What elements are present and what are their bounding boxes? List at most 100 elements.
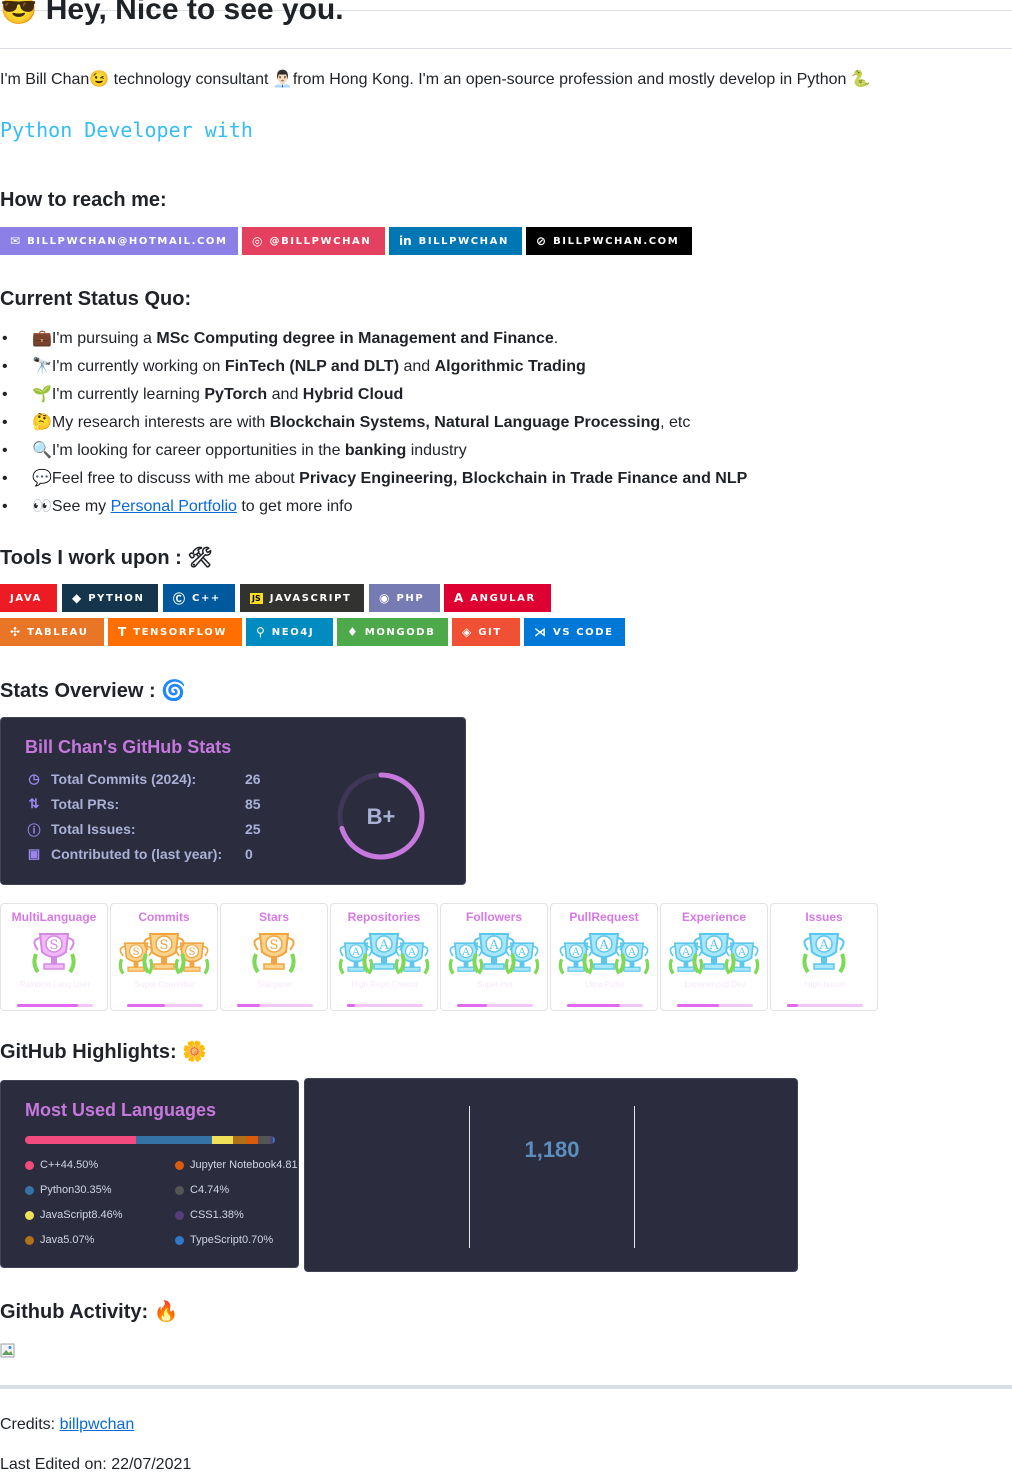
badge-billpwchan[interactable]: in BILLPWCHAN <box>389 227 522 255</box>
svg-text:A: A <box>517 946 526 958</box>
badge-label: BILLPWCHAN <box>418 235 509 247</box>
svg-text:S: S <box>270 938 279 953</box>
badge-angular[interactable]: A ANGULAR <box>444 584 551 612</box>
trophy-followers[interactable]: Followers A A A Super Hot <box>440 903 548 1011</box>
status-bold: Blockchain Systems, Natural Language Pro… <box>269 414 661 431</box>
language-dot-icon <box>25 1235 34 1245</box>
badge-billpwchan-hotmail-com[interactable]: ✉ BILLPWCHAN@HOTMAIL.COM <box>0 227 238 255</box>
page-title: 😎 Hey, Nice to see you. <box>0 0 344 27</box>
trophy-repositories[interactable]: Repositories A A A High Repo Creator <box>330 903 438 1011</box>
trophy-cup-icon: A AA <box>558 933 650 975</box>
trophy-commits[interactable]: Commits S S S Super Committer <box>110 903 218 1011</box>
badge-neo4j[interactable]: ⚲ NEO4J <box>246 618 333 646</box>
stat-value: 26 <box>245 771 261 787</box>
cpp-icon: Ⓒ <box>173 591 186 606</box>
svg-text:A: A <box>627 946 636 958</box>
badge-git[interactable]: ◈ GIT <box>452 618 520 646</box>
language-item-python: Python 30.35% <box>25 1184 112 1196</box>
intro-text-2: technology consultant <box>109 71 273 88</box>
trophy-progress-bar <box>567 1004 643 1007</box>
badge-python[interactable]: ◆ PYTHON <box>62 584 158 612</box>
status-text: and <box>267 386 303 403</box>
svg-text:S: S <box>160 938 169 953</box>
trophy-cup-icon: S SS <box>118 933 210 975</box>
status-text: and <box>399 358 435 375</box>
badge-billpwchan[interactable]: ◎ @BILLPWCHAN <box>242 227 385 255</box>
badge-tableau[interactable]: ✣ TABLEAU <box>0 618 104 646</box>
streak-card[interactable]: 1,180 <box>304 1078 798 1272</box>
language-percent: 4.74% <box>197 1184 230 1196</box>
streak-divider-left <box>469 1106 470 1248</box>
badge-label: TABLEAU <box>27 626 89 638</box>
status-item: 💬Feel free to discuss with me about Priv… <box>2 468 747 496</box>
status-text: I'm pursuing a <box>51 330 157 347</box>
blossom-emoji-icon: 🌼 <box>182 1041 208 1063</box>
streak-divider-right <box>634 1106 635 1248</box>
credits-link[interactable]: billpwchan <box>60 1416 135 1433</box>
language-segment-python <box>136 1136 213 1144</box>
tools-emoji-icon: 🛠 <box>187 547 213 569</box>
language-dot-icon <box>175 1235 184 1245</box>
badge-vs-code[interactable]: ⋊ VS CODE <box>524 618 625 646</box>
status-text: See my <box>51 498 111 515</box>
language-percent: 5.07% <box>63 1234 95 1246</box>
tableau-icon: ✣ <box>10 625 21 639</box>
language-percent: 30.35% <box>74 1184 112 1196</box>
intro-text-1: I'm Bill Chan <box>0 71 90 88</box>
status-list: 💼I'm pursuing a MSc Computing degree in … <box>2 328 747 524</box>
badge-label: @BILLPWCHAN <box>269 235 372 247</box>
badge-label: BILLPWCHAN@HOTMAIL.COM <box>27 235 228 247</box>
svg-text:A: A <box>818 938 829 953</box>
language-dot-icon <box>175 1160 184 1170</box>
language-dot-icon <box>175 1210 184 1220</box>
stat-row-total-commits-2024: ◷ Total Commits (2024): 26 <box>25 769 261 789</box>
language-item-java: Java 5.07% <box>25 1234 94 1246</box>
trophy-progress-fill <box>347 1004 355 1007</box>
trophy-multilanguage[interactable]: MultiLanguage S Rainbow Lang User <box>0 903 108 1011</box>
tools-heading: Tools I work upon : 🛠 <box>0 545 213 570</box>
trophy-cup-icon: S <box>32 933 76 974</box>
github-stats-card[interactable]: Bill Chan's GitHub Stats ◷ Total Commits … <box>0 717 466 885</box>
trophy-cup-icon: A AA <box>448 933 540 975</box>
badge-label: PYTHON <box>88 592 145 604</box>
language-item-c: C 4.74% <box>175 1184 229 1196</box>
status-emoji-icon: 🔭 <box>32 358 52 375</box>
status-bold: Algorithmic Trading <box>434 358 586 375</box>
badge-mongodb[interactable]: ♦ MONGODB <box>337 618 448 646</box>
top-languages-card[interactable]: Most Used Languages C++ 44.50% Python 30.… <box>0 1080 299 1268</box>
trophy-stars[interactable]: Stars S Stargazer <box>220 903 328 1011</box>
eyes-emoji-icon: 👀 <box>32 498 52 515</box>
trophy-cup-icon: A AA <box>668 933 760 975</box>
trophy-subtitle: High Repo Creator <box>351 980 419 989</box>
stat-label: Total PRs: <box>51 796 120 812</box>
trophy-progress-bar <box>127 1004 203 1007</box>
personal-portfolio-link[interactable]: Personal Portfolio <box>111 498 237 515</box>
status-text: , etc <box>660 414 691 431</box>
svg-text:A: A <box>571 946 580 958</box>
typing-text: Python Developer with <box>0 118 253 142</box>
status-text: to get more info <box>236 498 353 515</box>
trophy-issues[interactable]: Issues A High Issuer <box>770 903 878 1011</box>
svg-text:S: S <box>132 946 139 958</box>
python-icon: ◆ <box>72 591 82 605</box>
grade-ring: B+ <box>337 772 425 860</box>
stat-label: Total Issues: <box>51 821 136 837</box>
trophy-progress-bar <box>787 1004 863 1007</box>
badge-java[interactable]: JAVA <box>0 584 57 612</box>
language-name: Java <box>40 1234 64 1246</box>
language-percent: 4.81 <box>276 1159 298 1171</box>
badge-javascript[interactable]: JS JAVASCRIPT <box>240 584 364 612</box>
vscode-icon: ⋊ <box>534 625 546 639</box>
badge-tensorflow[interactable]: T TENSORFLOW <box>108 618 242 646</box>
status-emoji-icon: 🔍 <box>32 442 52 459</box>
trophy-experience[interactable]: Experience A A A Experienced Dev <box>660 903 768 1011</box>
badge-php[interactable]: ◉ PHP <box>369 584 440 612</box>
badge-billpwchan-com[interactable]: ⊘ BILLPWCHAN.COM <box>526 227 692 255</box>
git-icon: ◈ <box>462 625 472 639</box>
trophy-progress-fill <box>457 1004 488 1007</box>
office-worker-emoji-icon: 👨🏻‍💼 <box>272 71 293 88</box>
trophy-pullrequest[interactable]: PullRequest A A A Ultra Puller <box>550 903 658 1011</box>
badge-c[interactable]: Ⓒ C++ <box>163 584 235 612</box>
instagram-icon: ◎ <box>252 234 263 248</box>
stat-row-contributed-to-last-year: ▣ Contributed to (last year): 0 <box>25 844 253 864</box>
